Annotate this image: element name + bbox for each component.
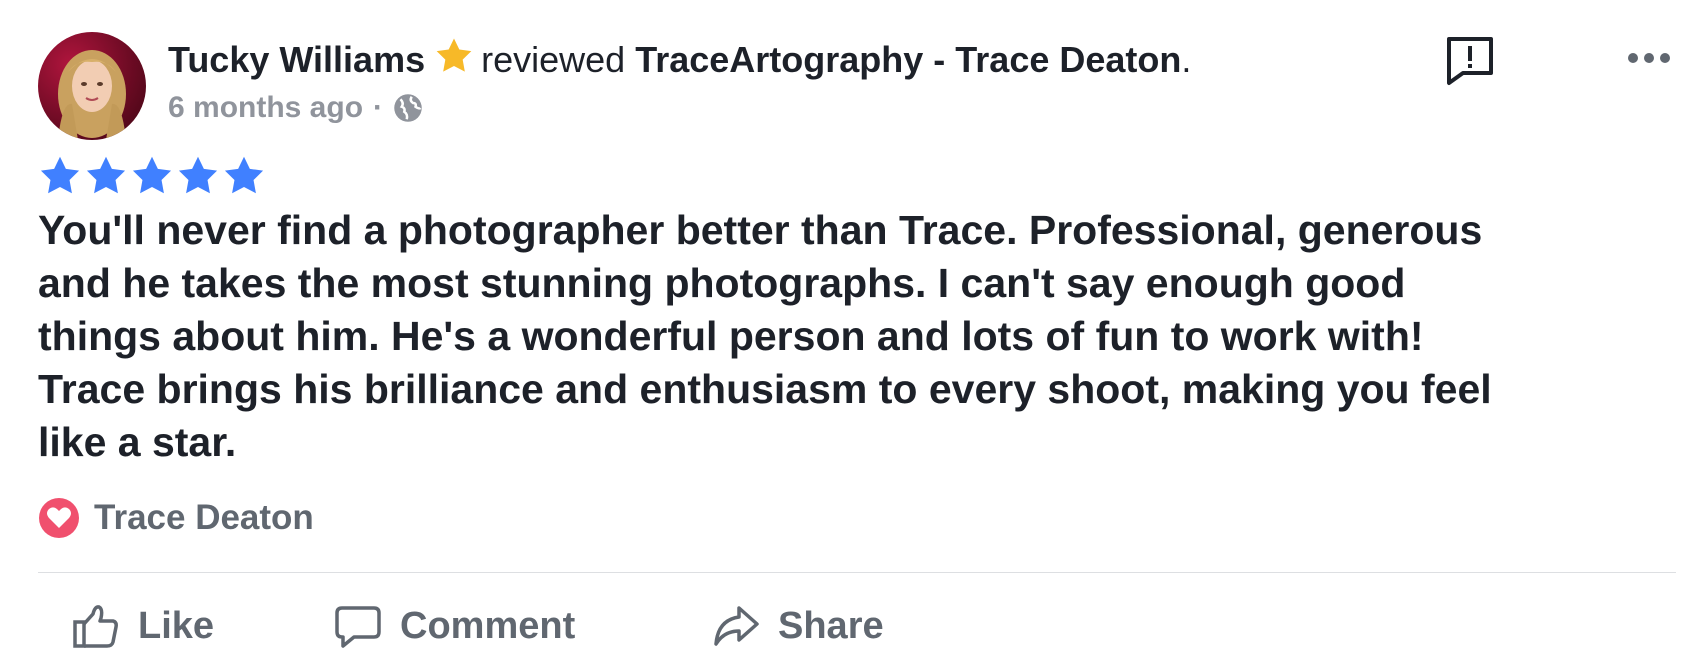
comment-button[interactable]: Comment	[334, 596, 575, 656]
review-text-line: things about him. He's a wonderful perso…	[38, 313, 1424, 359]
reactor-name: Trace Deaton	[94, 498, 314, 537]
comment-label: Comment	[400, 604, 576, 647]
rating-star-icon	[178, 156, 218, 194]
review-text-line: Trace brings his brilliance and enthusia…	[38, 366, 1492, 412]
author-name[interactable]: Tucky Williams	[168, 39, 425, 80]
report-icon[interactable]	[1443, 33, 1497, 87]
rating-star-icon	[86, 156, 126, 194]
like-button[interactable]: Like	[72, 596, 214, 656]
review-meta: 6 months ago ·	[168, 90, 423, 132]
meta-separator: ·	[373, 91, 384, 124]
like-label: Like	[138, 604, 215, 647]
header-period: .	[1181, 39, 1192, 80]
reaction-summary[interactable]: Trace Deaton	[38, 496, 314, 540]
review-text-line: and he takes the most stunning photograp…	[38, 260, 1406, 306]
star-rating	[38, 154, 266, 198]
heart-icon	[39, 498, 79, 538]
more-icon[interactable]	[1625, 48, 1673, 68]
divider	[38, 572, 1676, 573]
rating-star-icon	[224, 156, 264, 194]
share-icon	[714, 606, 759, 646]
avatar[interactable]	[38, 32, 146, 140]
thumbs-up-icon	[73, 605, 118, 648]
rating-star-icon	[40, 156, 80, 194]
share-label: Share	[778, 604, 884, 647]
comment-icon	[335, 606, 381, 648]
page-name-link[interactable]: TraceArtography - Trace Deaton	[635, 39, 1181, 80]
review-text: You'll never find a photographer better …	[38, 204, 1668, 469]
review-text-line: You'll never find a photographer better …	[38, 207, 1483, 253]
review-post: Tucky Williams reviewed TraceArtography -…	[0, 0, 1686, 663]
review-text-line: like a star.	[38, 419, 237, 465]
timestamp[interactable]: 6 months ago	[168, 91, 363, 124]
action-bar: Like Comment Share	[0, 596, 1686, 656]
review-header: Tucky Williams reviewed TraceArtography -…	[168, 36, 1191, 88]
globe-icon	[393, 93, 423, 132]
rating-star-icon	[132, 156, 172, 194]
star-badge-icon	[433, 36, 475, 88]
share-button[interactable]: Share	[712, 596, 884, 656]
reviewed-text: reviewed	[481, 39, 626, 80]
